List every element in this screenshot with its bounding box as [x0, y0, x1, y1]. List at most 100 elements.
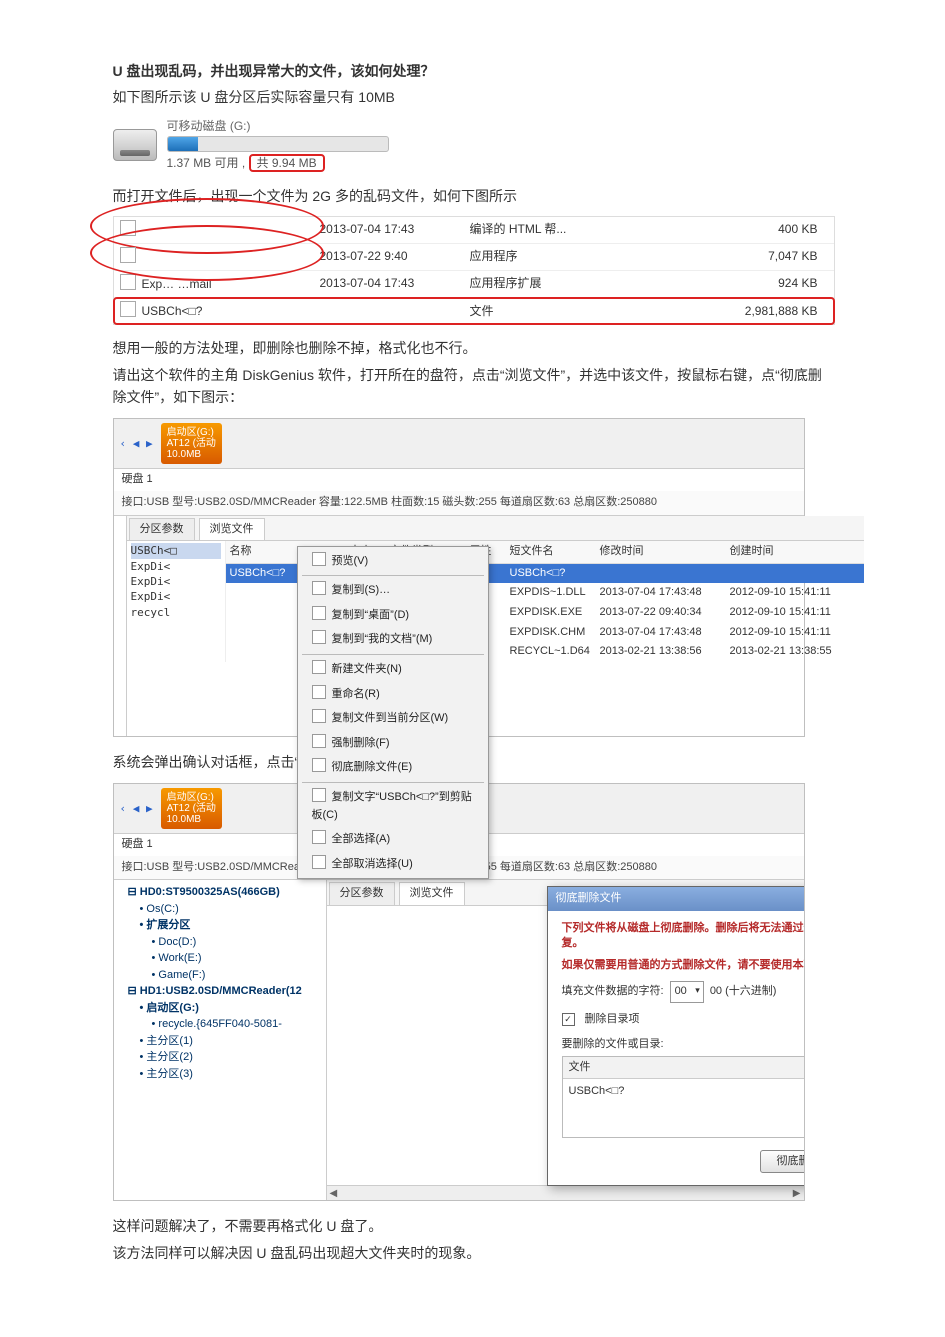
- tree-node[interactable]: • recycle.{645FF040-5081-: [120, 1016, 320, 1033]
- menu-item-icon: [312, 734, 326, 748]
- drive-icon: [113, 129, 157, 161]
- paragraph-4: 请出这个软件的主角 DiskGenius 软件，打开所在的盘符，点击“浏览文件”…: [113, 364, 833, 409]
- figure-drive-capacity: 可移动磁盘 (G:) 1.37 MB 可用 , 共 9.94 MB: [113, 117, 833, 173]
- context-menu-item[interactable]: 彻底删除文件(E): [298, 755, 488, 780]
- menu-item-icon: [312, 709, 326, 723]
- delete-dir-entry-checkbox[interactable]: ✓: [562, 1013, 575, 1026]
- tree-node[interactable]: • Work(E:): [120, 586, 127, 603]
- dialog-warning-1: 下列文件将从磁盘上彻底删除。删除后将无法通过数据恢复软件进行恢复。: [562, 921, 804, 952]
- paragraph-6: 这样问题解决了，不需要再格式化 U 盘了。: [113, 1215, 833, 1237]
- paragraph-1: 如下图所示该 U 盘分区后实际容量只有 10MB: [113, 86, 833, 108]
- column-header: 修改时间: [600, 543, 730, 561]
- dg-disk-label: 硬盘 1: [114, 469, 804, 491]
- dialog-list-caption: 要删除的文件或目录:: [562, 1036, 804, 1054]
- dg-nav-arrows-2[interactable]: ‹ ◀ ▶: [120, 800, 153, 818]
- name-list-item[interactable]: recycl: [131, 605, 221, 620]
- context-menu-item[interactable]: 复制文字“USBCh<□?”到剪贴板(C): [298, 785, 488, 827]
- tree-node[interactable]: ⊟ HD0:ST9500325AS(466GB): [120, 520, 127, 537]
- tree-node[interactable]: • 启动区(G:): [120, 635, 127, 652]
- menu-item-icon: [312, 855, 326, 869]
- fill-char-select[interactable]: 00: [670, 981, 704, 1003]
- tab-partition-params-2[interactable]: 分区参数: [329, 882, 395, 905]
- fill-char-label: 填充文件数据的字符:: [562, 983, 664, 1001]
- tree-node[interactable]: ⊟ HD1:USB2.0SD/MMCReader(12: [120, 619, 127, 636]
- tree-node[interactable]: • 启动区(G:): [120, 1000, 320, 1017]
- col-file: 文件: [563, 1057, 804, 1079]
- file-icon: [120, 301, 136, 317]
- page-title: U 盘出现乱码，并出现异常大的文件，该如何处理？: [113, 60, 833, 82]
- dg-info-line: 接口:USB 型号:USB2.0SD/MMCReader 容量:122.5MB …: [114, 491, 804, 516]
- column-header: 创建时间: [730, 543, 860, 561]
- name-list-item[interactable]: ExpDi<: [131, 559, 221, 574]
- column-header: 短文件名: [510, 543, 600, 561]
- context-menu-item[interactable]: 复制到“我的文档”(M): [298, 627, 488, 652]
- tab-partition-params[interactable]: 分区参数: [129, 518, 195, 541]
- fill-char-hint: 00 (十六进制): [710, 983, 777, 1001]
- tree-node[interactable]: • 扩展分区: [120, 917, 320, 934]
- dg-partition-tree[interactable]: ⊟ HD0:ST9500325AS(466GB)• Os(C:)• 扩展分区• …: [114, 516, 127, 736]
- file-list-row: 2013-07-22 9:40应用程序7,047 KB: [114, 244, 834, 271]
- horizontal-scrollbar[interactable]: [327, 1185, 804, 1200]
- tree-node[interactable]: • 主分区(1): [120, 1033, 320, 1050]
- tab-browse-files[interactable]: 浏览文件: [199, 518, 265, 541]
- context-menu-item[interactable]: 新建文件夹(N): [298, 657, 488, 682]
- delete-confirm-dialog: 彻底删除文件 ✕ 下列文件将从磁盘上彻底删除。删除后将无法通过数据恢复软件进行恢…: [547, 886, 804, 1186]
- dialog-file-list: 文件 状态 USBCh<□?: [562, 1056, 804, 1138]
- file-icon: [120, 247, 136, 263]
- dialog-warning-2: 如果仅需要用普通的方式删除文件，请不要使用本功能。: [562, 958, 804, 973]
- drive-label: 可移动磁盘 (G:): [167, 117, 833, 136]
- capacity-free: 1.37 MB 可用 ,: [167, 156, 246, 170]
- dg-partition-tree-2[interactable]: ⊟ HD0:ST9500325AS(466GB)• Os(C:)• 扩展分区• …: [114, 880, 327, 1200]
- tab-browse-files-2[interactable]: 浏览文件: [399, 882, 465, 905]
- file-icon: [120, 274, 136, 290]
- context-menu-item[interactable]: 强制删除(F): [298, 731, 488, 756]
- tree-node[interactable]: • 主分区(2): [120, 1049, 320, 1066]
- menu-item-icon: [312, 581, 326, 595]
- context-menu[interactable]: 预览(V) 复制到(S)…复制到“桌面”(D)复制到“我的文档”(M) 新建文件夹(…: [297, 546, 489, 880]
- figure-file-list: 2013-07-04 17:43编译的 HTML 帮...400 KB2013-…: [113, 216, 835, 326]
- tree-node[interactable]: • Game(F:): [120, 602, 127, 619]
- context-menu-item[interactable]: 预览(V): [298, 549, 488, 574]
- tree-node[interactable]: • 主分区(3): [120, 1066, 320, 1083]
- tree-node[interactable]: ⊟ HD1:USB2.0SD/MMCReader(12: [120, 983, 320, 1000]
- context-menu-item[interactable]: 复制到“桌面”(D): [298, 603, 488, 628]
- dg-name-list[interactable]: USBCh<□ExpDi<ExpDi<ExpDi<recycl: [127, 541, 226, 662]
- menu-item-icon: [312, 788, 326, 802]
- dg-partition-badge: 启动区(G:)AT12 (活动10.0MB: [161, 423, 222, 464]
- menu-item-icon: [312, 758, 326, 772]
- dialog-file-row: USBCh<□?: [563, 1079, 804, 1105]
- figure-diskgenius-contextmenu: ‹ ◀ ▶ 启动区(G:)AT12 (活动10.0MB 硬盘 1 接口:USB …: [113, 418, 805, 736]
- tree-node[interactable]: • Os(C:): [120, 901, 320, 918]
- file-list-row: USBCh<□?文件2,981,888 KB: [114, 298, 834, 324]
- name-list-item[interactable]: USBCh<□: [131, 543, 221, 558]
- context-menu-item[interactable]: 复制到(S)…: [298, 578, 488, 603]
- paragraph-3: 想用一般的方法处理，即删除也删除不掉，格式化也不行。: [113, 337, 833, 359]
- tree-node[interactable]: • Game(F:): [120, 967, 320, 984]
- context-menu-item[interactable]: 全部取消选择(U): [298, 852, 488, 877]
- name-list-item[interactable]: ExpDi<: [131, 589, 221, 604]
- dialog-title: 彻底删除文件: [556, 890, 622, 908]
- dg-partition-badge-2: 启动区(G:)AT12 (活动10.0MB: [161, 788, 222, 829]
- context-menu-item[interactable]: 重命名(R): [298, 682, 488, 707]
- context-menu-item[interactable]: 全部选择(A): [298, 827, 488, 852]
- confirm-delete-button[interactable]: 彻底删除: [760, 1150, 804, 1174]
- tree-node[interactable]: • 主分区(2): [120, 685, 127, 702]
- menu-item-icon: [312, 685, 326, 699]
- tree-node[interactable]: • Os(C:): [120, 536, 127, 553]
- tree-node[interactable]: • 主分区(1): [120, 668, 127, 685]
- tree-node[interactable]: • 主分区(3): [120, 701, 127, 718]
- tree-node[interactable]: • 扩展分区: [120, 553, 127, 570]
- name-list-item[interactable]: ExpDi<: [131, 574, 221, 589]
- tree-node[interactable]: ⊟ HD0:ST9500325AS(466GB): [120, 884, 320, 901]
- tree-node[interactable]: • Work(E:): [120, 950, 320, 967]
- tree-node[interactable]: • Doc(D:): [120, 934, 320, 951]
- context-menu-item[interactable]: 复制文件到当前分区(W): [298, 706, 488, 731]
- menu-item-icon: [312, 660, 326, 674]
- dg-nav-arrows[interactable]: ‹ ◀ ▶: [120, 435, 153, 453]
- tree-node[interactable]: • Doc(D:): [120, 569, 127, 586]
- menu-item-icon: [312, 606, 326, 620]
- menu-item-icon: [312, 630, 326, 644]
- menu-item-icon: [312, 830, 326, 844]
- tree-node[interactable]: • recycle.{645FF040-5081-: [120, 652, 127, 669]
- paragraph-7: 该方法同样可以解决因 U 盘乱码出现超大文件夹时的现象。: [113, 1242, 833, 1264]
